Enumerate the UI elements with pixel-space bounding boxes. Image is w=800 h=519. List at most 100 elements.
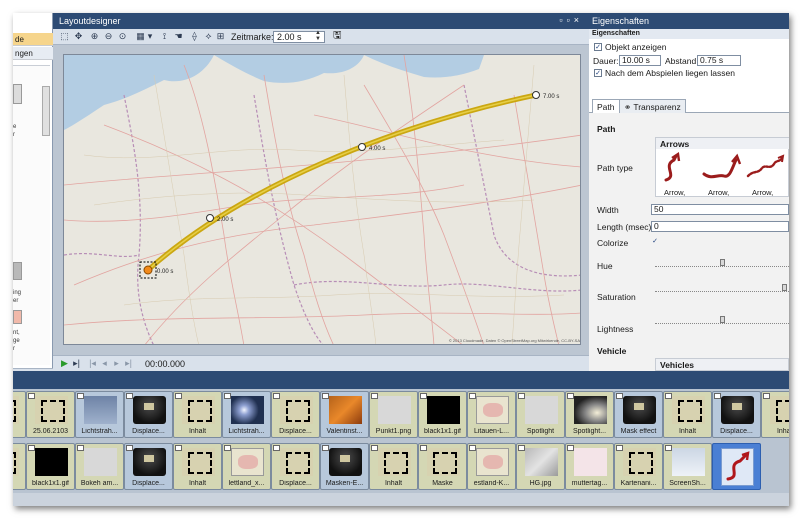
duration-input[interactable]: 10.00 s bbox=[619, 55, 661, 66]
timeline-clip[interactable]: HG.jpg bbox=[516, 443, 565, 490]
clip-corner-icon bbox=[175, 445, 182, 451]
timeline-clip[interactable]: Displace... bbox=[124, 443, 173, 490]
hue-slider[interactable] bbox=[655, 266, 789, 267]
timeline-clip[interactable]: black1x1.gif bbox=[418, 391, 467, 438]
timeline-clip[interactable]: black1x1.gif bbox=[26, 443, 75, 490]
clip-thumbnail bbox=[13, 396, 19, 424]
move-icon[interactable]: ✥ bbox=[73, 31, 84, 42]
layout-icon[interactable]: ⊞ bbox=[215, 31, 226, 42]
timeline-clip[interactable]: Kartenani... bbox=[614, 443, 663, 490]
grid-dropdown-icon[interactable]: ▾ bbox=[147, 31, 153, 42]
clip-thumbnail bbox=[133, 448, 166, 476]
timeline-clip[interactable]: lettland_x... bbox=[222, 443, 271, 490]
colorize-checkbox[interactable]: ✓ bbox=[651, 238, 659, 246]
zoom-out-icon[interactable]: ⊖ bbox=[103, 31, 114, 42]
first-frame-icon[interactable]: |◂ bbox=[87, 358, 98, 369]
next-frame-icon[interactable]: ▸ bbox=[111, 358, 122, 369]
timeline-clip[interactable] bbox=[13, 443, 26, 490]
timeline-clip[interactable]: Maske bbox=[418, 443, 467, 490]
show-object-checkbox[interactable]: ✓ bbox=[594, 43, 602, 51]
timeline-clip[interactable]: Spotlight... bbox=[565, 391, 614, 438]
lightness-slider-thumb[interactable] bbox=[720, 316, 725, 323]
tab-path[interactable]: Path bbox=[592, 99, 620, 114]
clip-thumbnail bbox=[476, 448, 509, 476]
timeline-clip[interactable]: muttertag... bbox=[565, 443, 614, 490]
timeline-clip[interactable]: Inhalt bbox=[173, 391, 222, 438]
timeline-clip[interactable]: Displace... bbox=[124, 391, 173, 438]
zoom-in-icon[interactable]: ⊕ bbox=[89, 31, 100, 42]
layout-designer: Layoutdesigner ▫▫× ⬚ ✥ ⊕ ⊖ ⊙ ▦ ▾ ⟟ ☚ ⟠ ⟡… bbox=[53, 13, 589, 371]
timeline-clip[interactable]: Inhalt bbox=[761, 391, 789, 438]
saturation-slider[interactable] bbox=[655, 291, 789, 292]
timeline-clip-label: Inhalt bbox=[678, 428, 697, 435]
left-scrollbar[interactable] bbox=[42, 86, 50, 136]
arrow-item-label[interactable]: Arrow, bbox=[664, 188, 685, 197]
app-window: de ngen e r ing er nt, ge r Layoutdesign… bbox=[13, 13, 789, 506]
timeline-clip[interactable]: estland-K... bbox=[467, 443, 516, 490]
timeline-clip[interactable]: Litauen-L... bbox=[467, 391, 516, 438]
distribute-icon[interactable]: ⟡ bbox=[203, 31, 214, 42]
path-icon[interactable]: ⟟ bbox=[159, 31, 170, 42]
timeline-scrollbar[interactable] bbox=[13, 493, 789, 506]
tab-transparenz[interactable]: ⚭ Transparenz bbox=[619, 99, 686, 113]
clip-corner-icon bbox=[77, 445, 84, 451]
hue-slider-thumb[interactable] bbox=[720, 259, 725, 266]
timeline-clip[interactable]: Displace... bbox=[712, 391, 761, 438]
hand-icon[interactable]: ☚ bbox=[173, 31, 184, 42]
arrow-item-label[interactable]: Arrow, bbox=[752, 188, 773, 197]
timeline-clip[interactable] bbox=[712, 443, 761, 490]
timeline-clip-label: Bokeh am... bbox=[80, 480, 119, 487]
timeline-clip[interactable]: 25.06.2103 bbox=[26, 391, 75, 438]
align-icon[interactable]: ⟠ bbox=[189, 31, 200, 42]
timeline-clip[interactable]: Masken-E... bbox=[320, 443, 369, 490]
grid-icon[interactable]: ▦ bbox=[135, 31, 146, 42]
arrows-gallery: Arrows Arrow, Arrow, Arrow, bbox=[655, 137, 789, 197]
timeline-clip-label: Kartenani... bbox=[620, 480, 657, 487]
play-from-icon[interactable]: ▸| bbox=[71, 358, 82, 369]
timeline-clip[interactable]: Bokeh am... bbox=[75, 443, 124, 490]
left-thumbnail[interactable] bbox=[13, 262, 22, 280]
clip-corner-icon bbox=[616, 445, 623, 451]
play-icon[interactable]: ▶ bbox=[59, 358, 70, 369]
timeline-clip[interactable] bbox=[13, 391, 26, 438]
timeline-clip[interactable]: ScreenSh... bbox=[663, 443, 712, 490]
clip-thumbnail bbox=[623, 448, 656, 476]
timeline-clip-label: Displace... bbox=[132, 428, 165, 435]
timeline-clip[interactable]: Punkt1.png bbox=[369, 391, 418, 438]
saturation-slider-thumb[interactable] bbox=[781, 284, 787, 291]
after-play-label: Nach dem Abspielen liegen lassen bbox=[605, 68, 735, 78]
left-thumbnail[interactable] bbox=[13, 310, 22, 324]
last-frame-icon[interactable]: ▸| bbox=[123, 358, 134, 369]
timeline-clip[interactable]: Inhalt bbox=[369, 443, 418, 490]
clip-thumbnail bbox=[476, 396, 509, 424]
after-play-checkbox[interactable]: ✓ bbox=[594, 69, 602, 77]
window-controls[interactable]: ▫▫× bbox=[559, 15, 583, 25]
timeline-clip-label: Displace... bbox=[720, 428, 753, 435]
timeline-clip[interactable]: Inhalt bbox=[173, 443, 222, 490]
map-canvas[interactable]: 0.00 s 2.00 s 4.00 s 7.00 s © 2013 Cloud… bbox=[63, 54, 581, 345]
left-thumbnail[interactable] bbox=[13, 84, 22, 104]
clip-corner-icon bbox=[126, 393, 133, 399]
left-tab-2[interactable]: ngen bbox=[13, 47, 53, 60]
timeline-clip[interactable]: Lichtstrah... bbox=[75, 391, 124, 438]
zeitmarke-spinner-icon[interactable]: ▲ ▼ bbox=[315, 30, 321, 42]
clip-corner-icon bbox=[567, 445, 574, 451]
timeline-clip[interactable]: Mask effect bbox=[614, 391, 663, 438]
left-tab-1[interactable]: de bbox=[13, 33, 53, 46]
timeline-clip[interactable]: Displace... bbox=[271, 443, 320, 490]
zoom-fit-icon[interactable]: ⊙ bbox=[117, 31, 128, 42]
timeline-clip[interactable]: Lichtstrah... bbox=[222, 391, 271, 438]
save-icon[interactable]: 🖫 bbox=[333, 31, 344, 42]
lightness-slider[interactable] bbox=[655, 323, 789, 324]
timeline-clip-label: lettland_x... bbox=[228, 480, 265, 487]
length-input[interactable]: 0 bbox=[651, 221, 789, 232]
width-input[interactable]: 50 bbox=[651, 204, 789, 215]
prev-frame-icon[interactable]: ◂ bbox=[99, 358, 110, 369]
timeline-clip[interactable]: Displace... bbox=[271, 391, 320, 438]
timeline-clip[interactable]: Valentinst... bbox=[320, 391, 369, 438]
distance-input[interactable]: 0.75 s bbox=[697, 55, 741, 66]
arrow-item-label[interactable]: Arrow, bbox=[708, 188, 729, 197]
timeline-clip[interactable]: Spotlight bbox=[516, 391, 565, 438]
timeline-clip[interactable]: Inhalt bbox=[663, 391, 712, 438]
select-icon[interactable]: ⬚ bbox=[59, 31, 70, 42]
